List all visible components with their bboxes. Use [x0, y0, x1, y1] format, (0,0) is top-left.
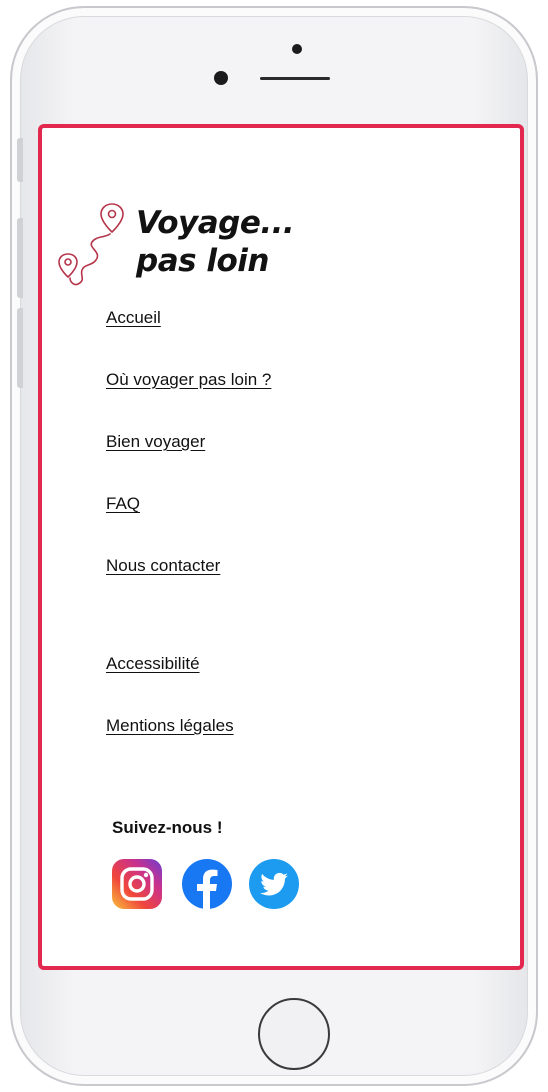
volume-up-button: [17, 218, 23, 298]
proximity-sensor: [214, 71, 228, 85]
home-button[interactable]: [258, 998, 330, 1070]
mute-switch: [17, 138, 23, 182]
map-route-icon: [58, 203, 124, 286]
facebook-icon[interactable]: [181, 858, 233, 910]
nav-link-accessibilite[interactable]: Accessibilité: [106, 654, 200, 674]
nav-link-accueil[interactable]: Accueil: [106, 308, 161, 328]
nav-link-faq[interactable]: FAQ: [106, 494, 140, 514]
instagram-icon[interactable]: [111, 858, 163, 910]
earpiece-speaker: [260, 77, 330, 80]
nav-link-ou-voyager[interactable]: Où voyager pas loin ?: [106, 370, 271, 390]
mobile-menu-screen: Voyage... pas loin Accueil Où voyager pa…: [38, 124, 524, 970]
front-camera: [292, 44, 302, 54]
site-name-line1: Voyage...: [136, 205, 295, 241]
volume-down-button: [17, 308, 23, 388]
nav-link-mentions-legales[interactable]: Mentions légales: [106, 716, 234, 736]
site-name: Voyage... pas loin: [136, 204, 295, 280]
site-logo[interactable]: Voyage... pas loin: [56, 202, 326, 292]
nav-link-bien-voyager[interactable]: Bien voyager: [106, 432, 205, 452]
site-name-line2: pas loin: [136, 243, 269, 279]
twitter-icon[interactable]: [248, 858, 300, 910]
nav-link-contact[interactable]: Nous contacter: [106, 556, 220, 576]
social-heading: Suivez-nous !: [112, 818, 223, 837]
